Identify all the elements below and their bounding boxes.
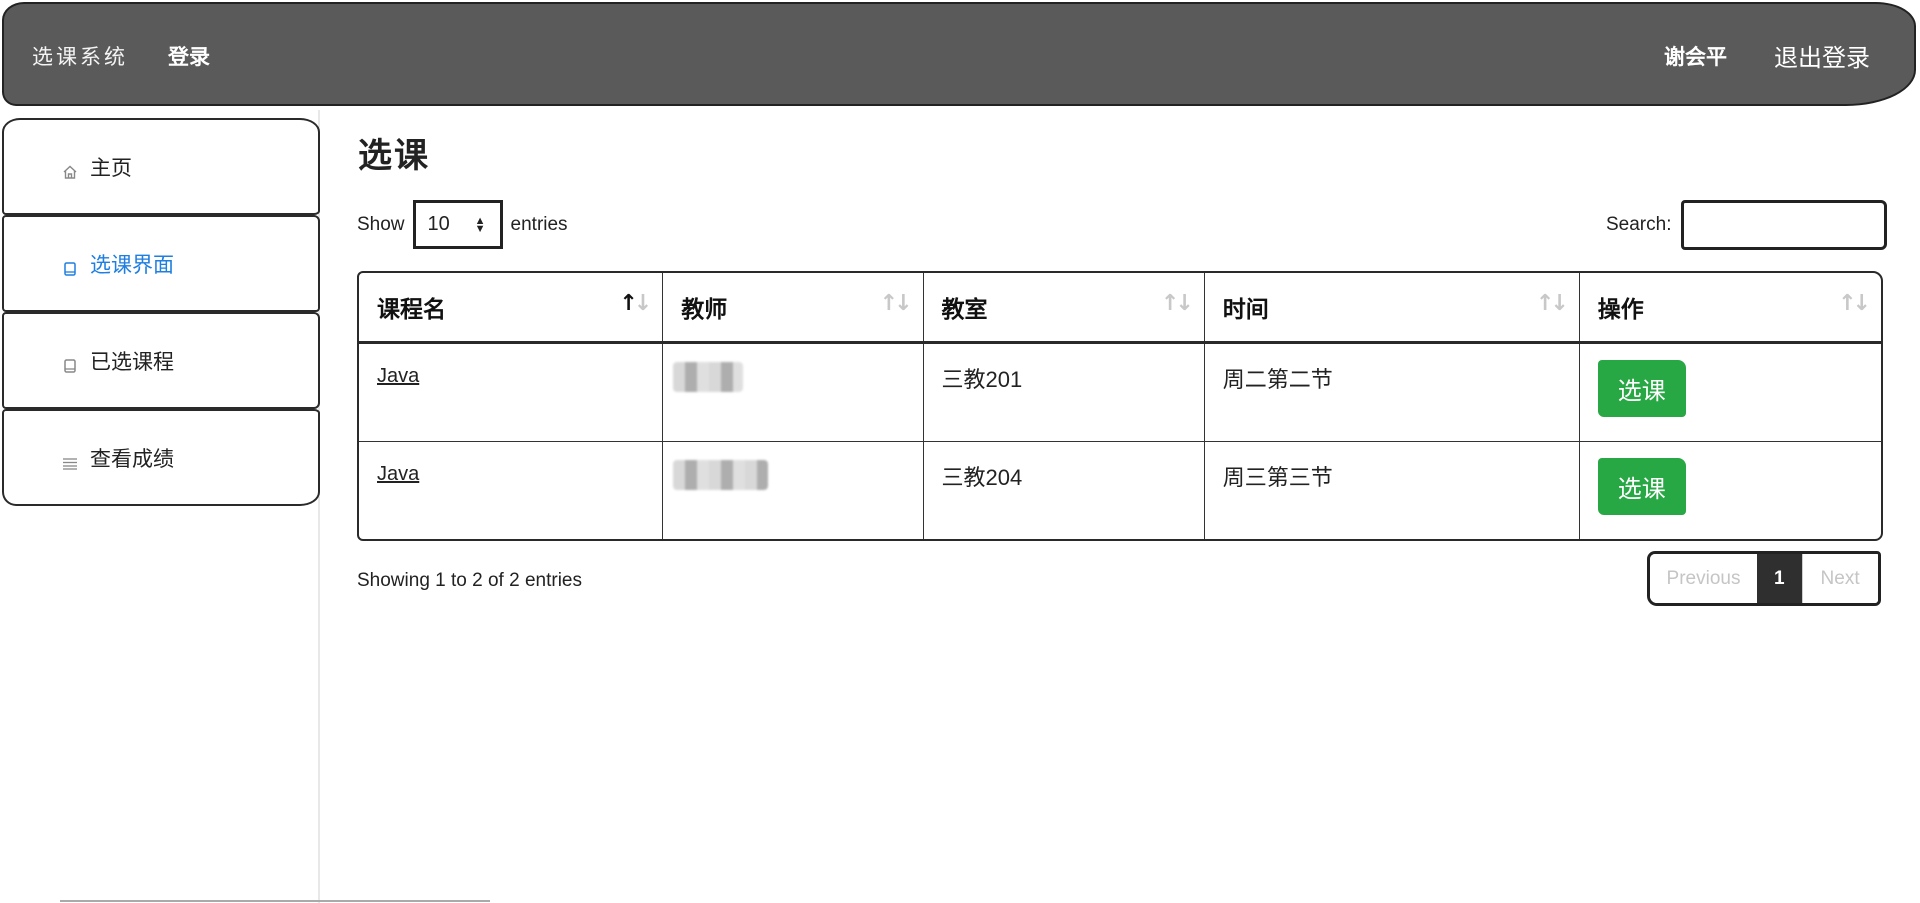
- pagination: Previous 1 Next: [1647, 551, 1881, 606]
- select-arrows-icon: ▲ ▼: [474, 214, 486, 235]
- table-header: 课程名 ↑↓ 教师 ↑↓ 教室 ↑↓ 时间 ↑↓ 操作 ↑↓: [359, 273, 1881, 344]
- sidebar-item-label: 主页: [90, 155, 132, 180]
- sort-asc-icon: ↑↓: [619, 291, 652, 316]
- course-link[interactable]: Java: [377, 463, 419, 485]
- nav-login-link[interactable]: 登录: [168, 41, 210, 71]
- logout-link[interactable]: 退出登录: [1774, 38, 1870, 73]
- table-row: Java 三教204 周三第三节 选课: [359, 442, 1881, 539]
- sidebar-item-course-selection[interactable]: 选课界面: [2, 215, 320, 312]
- sidebar-item-label: 查看成绩: [90, 446, 174, 471]
- teacher-cell: [663, 442, 924, 539]
- column-header-course[interactable]: 课程名 ↑↓: [359, 273, 664, 341]
- page-title: 选课: [358, 136, 430, 176]
- sidebar-item-home[interactable]: 主页: [2, 118, 320, 215]
- sidebar-item-label: 选课界面: [90, 252, 174, 277]
- book-icon: [62, 355, 78, 373]
- search-control: Search:: [1606, 200, 1888, 250]
- sidebar: 主页 选课界面 已选课程 查看成绩: [2, 118, 320, 506]
- next-page-button[interactable]: Next: [1801, 554, 1878, 603]
- top-navbar: 选课系统 登录 谢会平 退出登录: [2, 2, 1916, 106]
- entries-label: entries: [510, 213, 568, 235]
- teacher-cell: [663, 344, 924, 441]
- entries-length-control: Show 10 ▲ ▼ entries: [357, 200, 568, 249]
- room-cell: 三教201: [924, 344, 1205, 441]
- course-link[interactable]: Java: [377, 365, 419, 387]
- select-course-button[interactable]: 选课: [1597, 458, 1686, 515]
- list-icon: [62, 452, 78, 470]
- room-cell: 三教204: [924, 442, 1205, 539]
- course-cell: Java: [359, 344, 664, 441]
- sort-icon: ↑↓: [879, 291, 913, 316]
- course-cell: Java: [359, 442, 664, 539]
- nav-username: 谢会平: [1664, 45, 1727, 69]
- redacted-teacher-name: [673, 460, 769, 490]
- table-row: Java 三教201 周二第二节 选课: [359, 344, 1881, 442]
- bottom-edge-line: [60, 900, 490, 902]
- search-label: Search:: [1606, 214, 1672, 235]
- column-header-teacher[interactable]: 教师 ↑↓: [663, 273, 924, 341]
- sidebar-item-label: 已选课程: [90, 349, 174, 374]
- redacted-teacher-name: [673, 362, 744, 392]
- select-course-button[interactable]: 选课: [1597, 360, 1686, 417]
- entries-length-value: 10: [427, 213, 450, 235]
- action-cell: 选课: [1580, 344, 1881, 441]
- page-1-button[interactable]: 1: [1757, 554, 1802, 603]
- column-header-room[interactable]: 教室 ↑↓: [924, 273, 1205, 341]
- time-cell: 周三第三节: [1205, 442, 1580, 539]
- previous-page-button[interactable]: Previous: [1650, 554, 1757, 603]
- show-label: Show: [357, 213, 405, 235]
- column-header-action[interactable]: 操作 ↑↓: [1580, 273, 1881, 341]
- sort-icon: ↑↓: [1160, 291, 1194, 316]
- brand-title[interactable]: 选课系统: [32, 41, 128, 71]
- course-table: 课程名 ↑↓ 教师 ↑↓ 教室 ↑↓ 时间 ↑↓ 操作 ↑↓ Java 三教20…: [357, 271, 1883, 541]
- entries-length-select[interactable]: 10 ▲ ▼: [412, 200, 503, 249]
- sort-icon: ↑↓: [1838, 291, 1871, 316]
- column-header-time[interactable]: 时间 ↑↓: [1205, 273, 1580, 341]
- home-icon: [62, 161, 78, 179]
- sidebar-item-selected-courses[interactable]: 已选课程: [2, 312, 320, 409]
- search-input[interactable]: [1681, 200, 1888, 250]
- action-cell: 选课: [1580, 442, 1881, 539]
- time-cell: 周二第二节: [1205, 344, 1580, 441]
- book-icon: [62, 258, 78, 276]
- sort-icon: ↑↓: [1535, 291, 1569, 316]
- sidebar-item-grades[interactable]: 查看成绩: [2, 409, 320, 506]
- table-info: Showing 1 to 2 of 2 entries: [357, 570, 582, 591]
